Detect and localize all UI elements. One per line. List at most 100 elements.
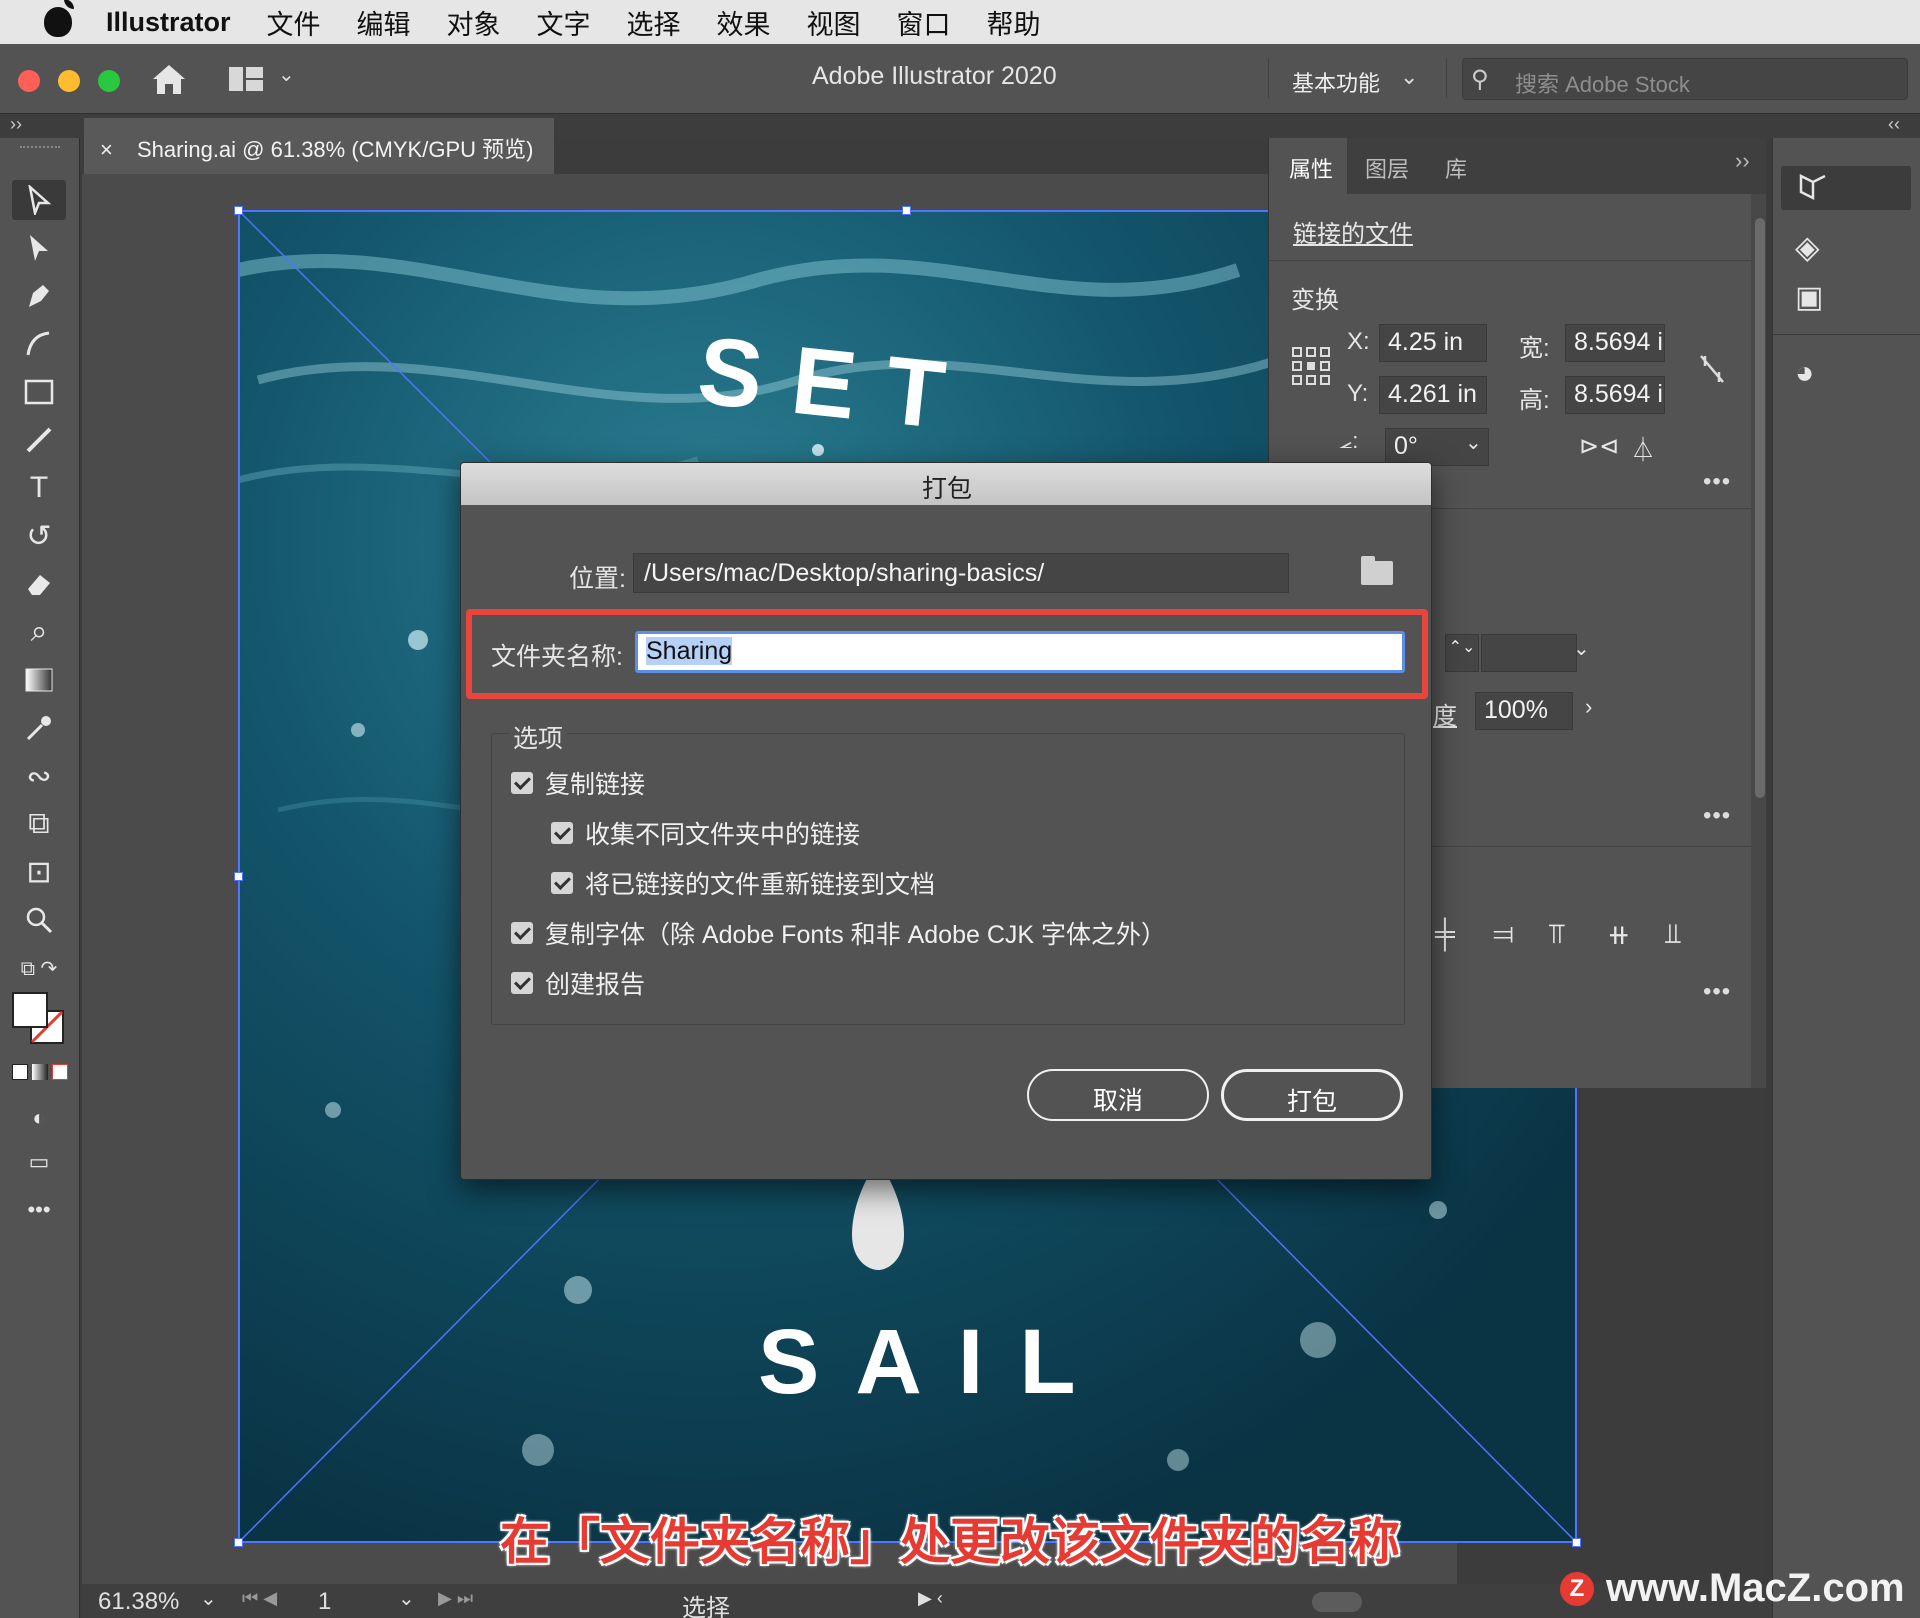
libraries-icon[interactable]: ▣ xyxy=(1795,280,1823,315)
next-artboard-icon[interactable]: ▶ ⏭ xyxy=(438,1588,473,1609)
horizontal-scrollbar[interactable] xyxy=(1312,1592,1362,1612)
folder-name-input[interactable]: Sharing xyxy=(635,631,1405,673)
color-theme-icon[interactable]: ◕ xyxy=(1795,354,1814,391)
artboard-number-field[interactable]: 1 xyxy=(318,1588,331,1616)
constrain-proportions-icon[interactable] xyxy=(1697,352,1727,386)
flip-horizontal-icon[interactable]: ⊳⊲ xyxy=(1579,432,1619,461)
menu-help[interactable]: 帮助 xyxy=(987,3,1041,42)
package-button[interactable]: 打包 xyxy=(1221,1069,1403,1121)
copy-links-checkbox[interactable]: 复制链接 xyxy=(511,765,645,801)
chevron-down-icon[interactable]: ⌄ xyxy=(200,1586,217,1611)
rotate-tool-icon[interactable]: ↺ xyxy=(12,516,66,556)
pen-tool-icon[interactable] xyxy=(12,276,66,316)
collect-links-checkbox[interactable]: 收集不同文件夹中的链接 xyxy=(551,815,860,851)
apple-icon[interactable] xyxy=(44,0,74,37)
menu-select[interactable]: 选择 xyxy=(627,3,681,42)
eyedropper-tool-icon[interactable] xyxy=(12,708,66,748)
checkbox-checked-icon[interactable] xyxy=(551,822,573,844)
menu-window[interactable]: 窗口 xyxy=(897,3,951,42)
reference-point-icon[interactable] xyxy=(1291,346,1331,386)
menu-file[interactable]: 文件 xyxy=(267,3,321,42)
selection-handle[interactable] xyxy=(234,1538,243,1547)
collapse-panels-icon[interactable]: ‹‹ xyxy=(1888,114,1900,135)
chevron-down-icon[interactable]: ⌄ xyxy=(398,1586,415,1611)
first-artboard-icon[interactable]: ⏮ ◀ xyxy=(242,1588,277,1609)
eraser-tool-icon[interactable] xyxy=(12,564,66,604)
tab-libraries[interactable]: 库 xyxy=(1445,152,1467,184)
properties-rail-button[interactable] xyxy=(1781,166,1911,210)
rectangle-tool-icon[interactable] xyxy=(12,372,66,412)
more-options-icon[interactable]: ••• xyxy=(1703,978,1731,1006)
more-options-icon[interactable]: ••• xyxy=(1703,802,1731,830)
draw-mode-icon[interactable]: ◐ xyxy=(12,1098,66,1138)
color-mode-icons[interactable] xyxy=(12,1064,68,1082)
copy-fonts-checkbox[interactable]: 复制字体（除 Adobe Fonts 和非 Adobe CJK 字体之外） xyxy=(511,915,1166,951)
chevron-down-icon[interactable]: ⌄ xyxy=(1573,636,1590,661)
stepper-icon[interactable]: ⌃⌄ xyxy=(1445,634,1479,672)
checkbox-checked-icon[interactable] xyxy=(511,922,533,944)
gradient-tool-icon[interactable] xyxy=(12,660,66,700)
menu-effect[interactable]: 效果 xyxy=(717,3,771,42)
selection-handle[interactable] xyxy=(234,206,243,215)
curvature-tool-icon[interactable] xyxy=(12,324,66,364)
screen-mode-icon[interactable]: ▭ xyxy=(12,1142,66,1182)
arrange-documents-icon[interactable] xyxy=(228,66,264,92)
location-field[interactable]: /Users/mac/Desktop/sharing-basics/ xyxy=(633,553,1289,593)
chevron-right-icon[interactable]: › xyxy=(1585,694,1592,720)
menu-edit[interactable]: 编辑 xyxy=(357,3,411,42)
align-top-icon[interactable]: ⫪ xyxy=(1549,918,1565,951)
tab-properties[interactable]: 属性 xyxy=(1289,152,1333,184)
selection-handle[interactable] xyxy=(1572,1538,1581,1547)
type-tool-icon[interactable]: T xyxy=(12,468,66,508)
blend-tool-icon[interactable]: ∾ xyxy=(12,756,66,796)
app-menu[interactable]: Illustrator xyxy=(106,7,231,38)
align-right-icon[interactable]: ⫤ xyxy=(1493,918,1514,951)
relink-files-checkbox[interactable]: 将已链接的文件重新链接到文档 xyxy=(551,865,935,901)
blend-mode-select[interactable] xyxy=(1481,634,1577,672)
menu-type[interactable]: 文字 xyxy=(537,3,591,42)
opacity-label[interactable]: 度 xyxy=(1433,696,1457,731)
chevron-down-icon[interactable]: ⌄ xyxy=(278,62,295,87)
puppet-warp-tool-icon[interactable]: ⌕ xyxy=(12,612,66,652)
toolbar-grip[interactable] xyxy=(20,146,60,152)
folder-icon[interactable] xyxy=(1361,556,1393,585)
chevron-down-icon[interactable]: ⌄ xyxy=(1400,64,1418,90)
panel-menu-icon[interactable]: ›› xyxy=(1735,148,1750,174)
workspace-switcher[interactable]: 基本功能 xyxy=(1292,66,1380,98)
expand-toolbar-icon[interactable]: ›› xyxy=(10,114,22,135)
linked-file-link[interactable]: 链接的文件 xyxy=(1293,214,1413,249)
opacity-field[interactable]: 100% xyxy=(1475,692,1573,730)
chevron-down-icon[interactable]: ⌄ xyxy=(1465,430,1482,455)
stock-search-input[interactable]: ⚲ 搜索 Adobe Stock xyxy=(1462,58,1908,100)
align-middle-icon[interactable]: ⧺ xyxy=(1607,918,1630,951)
minimize-window-button[interactable] xyxy=(58,70,80,92)
checkbox-checked-icon[interactable] xyxy=(551,872,573,894)
y-position-field[interactable]: 4.261 in xyxy=(1379,376,1487,414)
width-field[interactable]: 8.5694 in xyxy=(1565,324,1665,362)
swap-fill-stroke-icon[interactable]: ⧉ ↷ xyxy=(12,948,66,988)
fill-stroke-swatch[interactable] xyxy=(12,992,72,1052)
selection-handle[interactable] xyxy=(902,206,911,215)
document-tab[interactable]: × Sharing.ai @ 61.38% (CMYK/GPU 预览) xyxy=(84,118,554,174)
flip-vertical-icon[interactable]: ⏃ xyxy=(1631,430,1655,465)
zoom-window-button[interactable] xyxy=(98,70,120,92)
tab-layers[interactable]: 图层 xyxy=(1365,152,1409,184)
selection-tool-icon[interactable] xyxy=(12,180,66,220)
artboard-tool-icon[interactable]: ⊡ xyxy=(12,852,66,892)
shape-builder-tool-icon[interactable]: ⧉ xyxy=(12,804,66,844)
cancel-button[interactable]: 取消 xyxy=(1027,1069,1209,1121)
checkbox-checked-icon[interactable] xyxy=(511,772,533,794)
status-menu-icon[interactable]: ▶ ‹ xyxy=(918,1588,943,1609)
checkbox-checked-icon[interactable] xyxy=(511,972,533,994)
zoom-level-field[interactable]: 61.38% xyxy=(98,1588,179,1616)
layers-icon[interactable]: ◈ xyxy=(1795,228,1820,266)
zoom-tool-icon[interactable] xyxy=(12,900,66,940)
height-field[interactable]: 8.5694 in xyxy=(1565,376,1665,414)
menu-object[interactable]: 对象 xyxy=(447,3,501,42)
close-tab-icon[interactable]: × xyxy=(100,137,113,162)
x-position-field[interactable]: 4.25 in xyxy=(1379,324,1487,362)
home-icon[interactable] xyxy=(150,62,188,96)
selection-handle[interactable] xyxy=(234,872,243,881)
create-report-checkbox[interactable]: 创建报告 xyxy=(511,965,645,1001)
align-center-icon[interactable]: ╪ xyxy=(1435,918,1455,950)
